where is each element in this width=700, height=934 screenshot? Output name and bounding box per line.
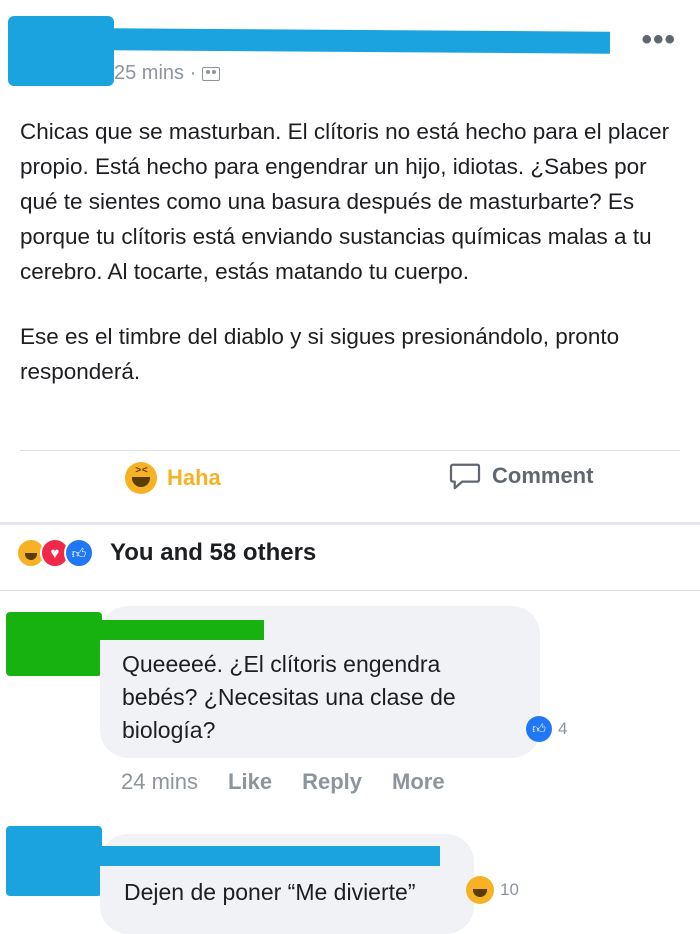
comment-text: Queeeeé. ¿El clítoris engendra bebés? ¿N…: [122, 651, 456, 743]
reactions-count-text: You and 58 others: [110, 539, 317, 566]
comment-timestamp[interactable]: 24 mins: [121, 769, 198, 795]
like-reaction-icon: 👍︎: [64, 538, 94, 568]
haha-label: Haha: [167, 465, 221, 490]
divider: [0, 590, 700, 591]
like-icon: 👍︎: [526, 716, 552, 742]
post-body: Chicas que se masturban. El clítoris no …: [20, 114, 680, 389]
post-paragraph: Ese es el timbre del diablo y si sigues …: [20, 324, 620, 384]
post-timestamp[interactable]: 25 mins ·: [114, 62, 221, 85]
like-link[interactable]: Like: [228, 769, 272, 795]
section-divider: [0, 522, 700, 525]
more-options-icon[interactable]: •••: [641, 25, 676, 55]
friends-audience-icon: [202, 66, 221, 81]
reply-link[interactable]: Reply: [302, 769, 362, 795]
comment-actions: 24 mins Like Reply More: [121, 769, 445, 795]
redacted-avatar: [8, 16, 114, 86]
comment-text: Dejen de poner “Me divierte”: [124, 879, 416, 905]
more-link[interactable]: More: [392, 769, 445, 795]
redacted-commenter-name: [96, 620, 264, 640]
redacted-commenter-name: [94, 846, 440, 866]
haha-icon: [466, 876, 494, 904]
redacted-commenter-avatar: [6, 826, 102, 896]
post-paragraph: Chicas que se masturban. El clítoris no …: [20, 119, 670, 284]
redacted-commenter-avatar: [6, 612, 102, 676]
comment-icon: [449, 463, 481, 490]
comment-button[interactable]: Comment: [448, 462, 593, 490]
divider: [20, 450, 680, 451]
redacted-author-name: [109, 28, 611, 54]
haha-icon: [125, 462, 157, 494]
haha-reaction-button[interactable]: Haha: [125, 462, 221, 494]
comment-like-count[interactable]: 👍︎ 4: [526, 716, 567, 742]
comment-label: Comment: [492, 463, 594, 488]
reactions-summary[interactable]: ♥ 👍︎ You and 58 others: [16, 538, 316, 568]
comment-haha-count[interactable]: 10: [466, 876, 519, 904]
